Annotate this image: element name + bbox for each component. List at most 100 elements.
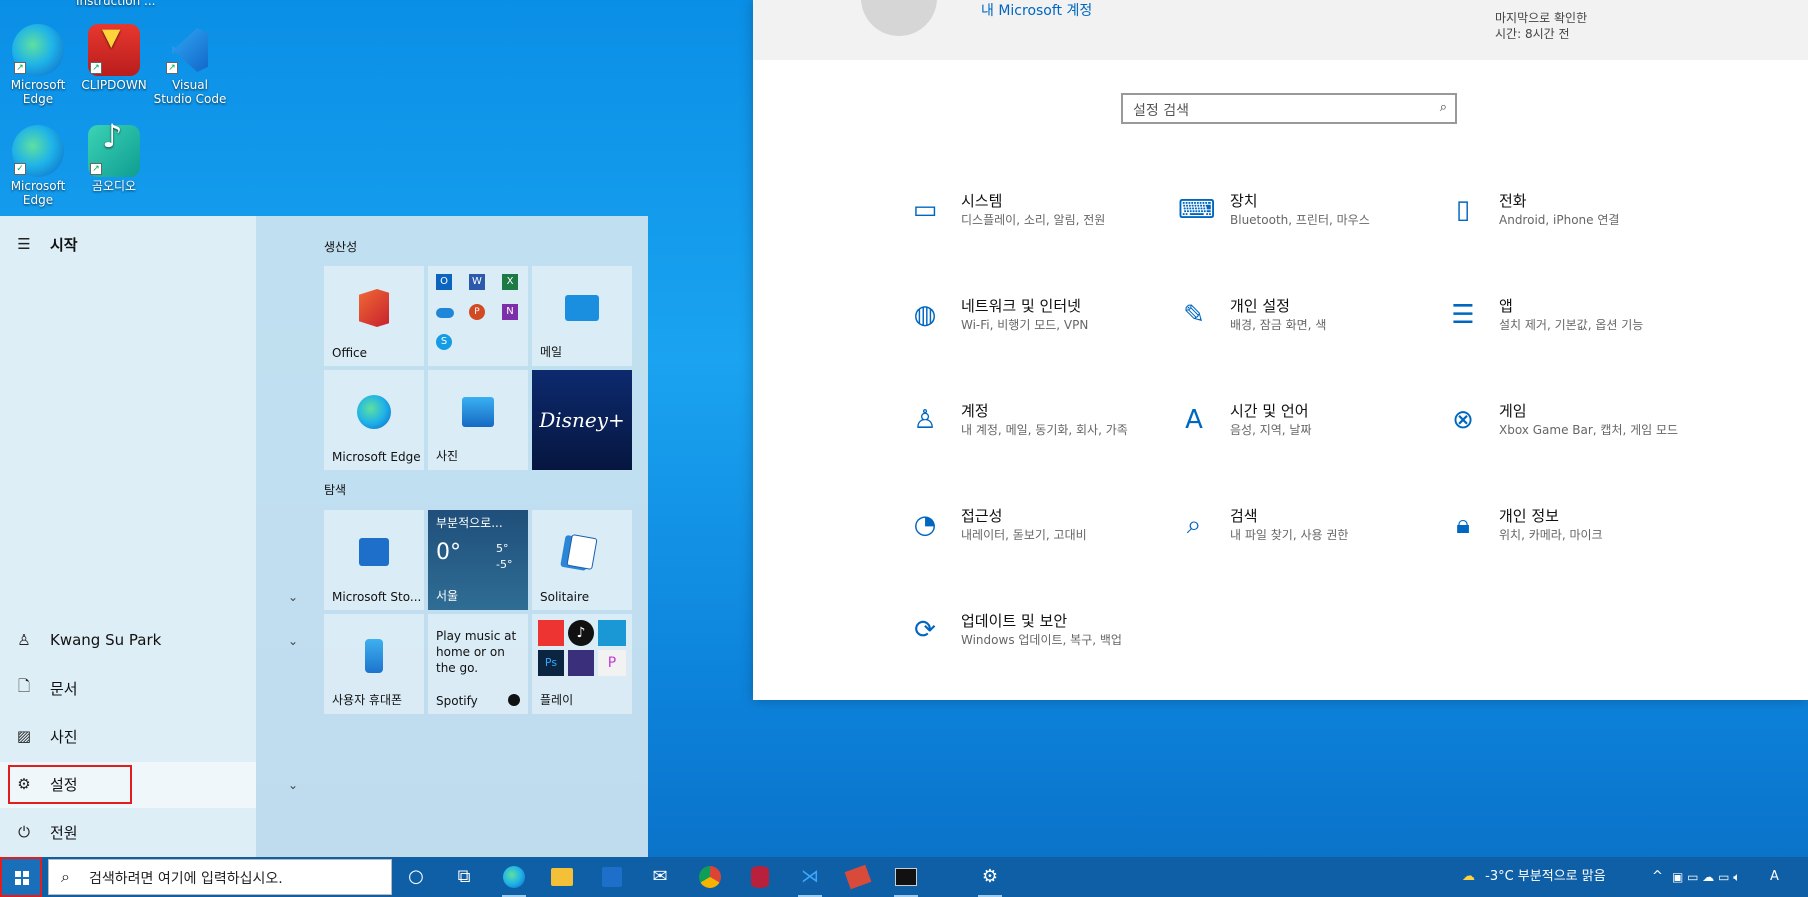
- tile-label: 사용자 휴대폰: [332, 693, 403, 707]
- weather-temp: 0°: [436, 540, 461, 565]
- picture-icon: ▨: [16, 727, 32, 745]
- spotify-icon: [508, 694, 520, 706]
- mail-icon[interactable]: ✉: [646, 863, 674, 891]
- settings-category-phone[interactable]: ▯ 전화 Android, iPhone 연결: [1447, 190, 1687, 250]
- microsoft-account-link[interactable]: 내 Microsoft 계정: [981, 0, 1092, 20]
- category-desc: 디스플레이, 소리, 알림, 전원: [961, 213, 1106, 227]
- desktop-icon-label: Microsoft Edge: [10, 179, 66, 207]
- tile-disney-plus[interactable]: Disney+: [532, 370, 632, 470]
- microsoft-store-icon[interactable]: [598, 863, 626, 891]
- desktop-icon-edge-2[interactable]: ✓ Microsoft Edge: [0, 125, 76, 207]
- start-title: 시작: [50, 235, 78, 254]
- settings-category-privacy[interactable]: 🔒︎ 개인 정보 위치, 카메라, 마이크: [1447, 505, 1687, 565]
- task-view-icon[interactable]: ⧉: [450, 863, 478, 891]
- settings-category-network[interactable]: ◍ 네트워크 및 인터넷 Wi-Fi, 비행기 모드, VPN: [909, 295, 1149, 355]
- user-name: Kwang Su Park: [50, 631, 162, 649]
- tile-solitaire[interactable]: Solitaire: [532, 510, 632, 610]
- tray-icons[interactable]: ▣ ▭ ☁ ▭ 🔈︎: [1672, 857, 1740, 897]
- chevron-down-icon[interactable]: ⌄: [288, 590, 298, 604]
- tile-office[interactable]: Office: [324, 266, 424, 366]
- taskbar-search-placeholder: 검색하려면 여기에 입력하십시오.: [89, 871, 283, 887]
- tile-microsoft-store[interactable]: Microsoft Sto...: [324, 510, 424, 610]
- settings-category-time-language[interactable]: A 시간 및 언어 음성, 지역, 날짜: [1178, 400, 1418, 460]
- solitaire-icon: [566, 533, 598, 571]
- settings-category-accounts[interactable]: ♙ 계정 내 계정, 메일, 동기화, 회사, 가족: [909, 400, 1149, 460]
- settings-category-search[interactable]: ⌕ 검색 내 파일 찾기, 사용 권한: [1178, 505, 1418, 565]
- search-icon: ⌕: [61, 867, 70, 886]
- tile-spotify[interactable]: Play music at home or on the go. Spotify: [428, 614, 528, 714]
- header-status-line2: 시간: 8시간 전: [1495, 27, 1570, 41]
- mail-icon: [565, 295, 599, 321]
- weather-text: -3°C 부분적으로 맑음: [1485, 869, 1606, 884]
- database-icon[interactable]: [746, 863, 774, 891]
- desktop-icon-clipdown[interactable]: ↗ CLIPDOWN: [76, 24, 152, 92]
- settings-search-input[interactable]: 설정 검색 ⌕: [1121, 93, 1457, 124]
- weather-widget[interactable]: ☁ -3°C 부분적으로 맑음: [1462, 857, 1606, 897]
- category-title: 개인 설정: [1230, 297, 1290, 315]
- tile-office-apps[interactable]: O W X P N S: [428, 266, 528, 366]
- terminal-icon[interactable]: [892, 863, 920, 897]
- tile-play[interactable]: ♪ Ps P 플레이: [532, 614, 632, 714]
- file-explorer-icon[interactable]: [548, 863, 576, 891]
- tile-your-phone[interactable]: 사용자 휴대폰: [324, 614, 424, 714]
- onedrive-icon: [436, 308, 454, 318]
- keyboard-icon: ⌨: [1178, 195, 1216, 225]
- settings-category-gaming[interactable]: ⊗ 게임 Xbox Game Bar, 캡처, 게임 모드: [1447, 400, 1687, 460]
- edge-icon: ✓: [12, 125, 64, 177]
- globe-icon: ◍: [913, 300, 937, 330]
- apps-list-icon: ☰: [1451, 300, 1475, 330]
- language-icon: A: [1185, 405, 1203, 435]
- settings-category-apps[interactable]: ☰ 앱 설치 제거, 기본값, 옵션 기능: [1447, 295, 1687, 355]
- tile-edge[interactable]: Microsoft Edge: [324, 370, 424, 470]
- settings-category-ease-of-access[interactable]: ◔ 접근성 내레이터, 돋보기, 고대비: [909, 505, 1149, 565]
- tile-photos[interactable]: 사진: [428, 370, 528, 470]
- start-menu-header[interactable]: ☰ 시작: [14, 226, 78, 262]
- desktop-icon-label: Visual Studio Code: [153, 78, 227, 106]
- tile-label: 사진: [436, 449, 459, 463]
- tile-label: Spotify: [436, 694, 478, 708]
- start-item-power[interactable]: ⏻ 전원: [14, 814, 78, 850]
- settings-category-update-security[interactable]: ⟳ 업데이트 및 보안 Windows 업데이트, 복구, 백업: [909, 610, 1149, 670]
- roblox-icon: [538, 620, 564, 646]
- taskbar-search-input[interactable]: ⌕ 검색하려면 여기에 입력하십시오.: [48, 859, 392, 895]
- onenote-icon: N: [502, 304, 518, 320]
- chrome-icon[interactable]: [696, 863, 724, 891]
- desktop-icon-edge[interactable]: ↗ Microsoft Edge: [0, 24, 76, 106]
- photos-icon: [462, 397, 494, 427]
- show-hidden-icons-chevron[interactable]: ^: [1652, 857, 1663, 897]
- clipdown-icon: ↗: [88, 24, 140, 76]
- windows-logo-icon: [15, 871, 29, 885]
- tile-weather[interactable]: 부분적으로... 0° 5° -5° 서울: [428, 510, 528, 610]
- settings-category-system[interactable]: ▭ 시스템 디스플레이, 소리, 알림, 전원: [909, 190, 1149, 250]
- tile-label: Microsoft Sto...: [332, 590, 422, 604]
- start-user[interactable]: ♙ Kwang Su Park: [14, 622, 161, 658]
- cortana-icon[interactable]: ○: [402, 863, 430, 891]
- start-button[interactable]: [0, 857, 42, 897]
- taskbar-edge-icon[interactable]: [500, 863, 528, 897]
- ime-indicator[interactable]: A: [1770, 857, 1779, 897]
- tiktok-icon: ♪: [568, 620, 594, 646]
- settings-category-devices[interactable]: ⌨ 장치 Bluetooth, 프린터, 마우스: [1178, 190, 1418, 250]
- tile-mail[interactable]: 메일: [532, 266, 632, 366]
- weather-high: 5°: [496, 542, 509, 555]
- tile-group-label[interactable]: 탐색: [324, 481, 346, 498]
- weather-condition: 부분적으로...: [436, 516, 503, 530]
- start-item-pictures[interactable]: ▨ 사진: [14, 718, 78, 754]
- settings-category-personalization[interactable]: ✎ 개인 설정 배경, 잠금 화면, 색: [1178, 295, 1418, 355]
- chevron-down-icon[interactable]: ⌄: [288, 778, 298, 792]
- update-icon: ⟳: [914, 615, 936, 645]
- category-desc: 내레이터, 돋보기, 고대비: [961, 528, 1087, 542]
- start-item-documents[interactable]: 🗋︎ 문서: [14, 670, 78, 706]
- weather-low: -5°: [496, 558, 513, 571]
- settings-gear-icon[interactable]: ⚙: [976, 863, 1004, 897]
- settings-header: 내 Microsoft 계정 마지막으로 확인한 시간: 8시간 전: [753, 0, 1808, 60]
- tile-label: Solitaire: [540, 590, 590, 604]
- tile-group-label[interactable]: 생산성: [324, 238, 357, 255]
- desktop-icon-vscode[interactable]: ↗ Visual Studio Code: [152, 24, 228, 106]
- app-icon[interactable]: [844, 863, 872, 891]
- dolby-icon: [568, 650, 594, 676]
- vscode-icon[interactable]: ⋊: [796, 863, 824, 897]
- chevron-down-icon[interactable]: ⌄: [288, 634, 298, 648]
- person-icon: ♙: [913, 405, 937, 435]
- desktop-icon-gomaudio[interactable]: ↗ 곰오디오: [76, 125, 152, 193]
